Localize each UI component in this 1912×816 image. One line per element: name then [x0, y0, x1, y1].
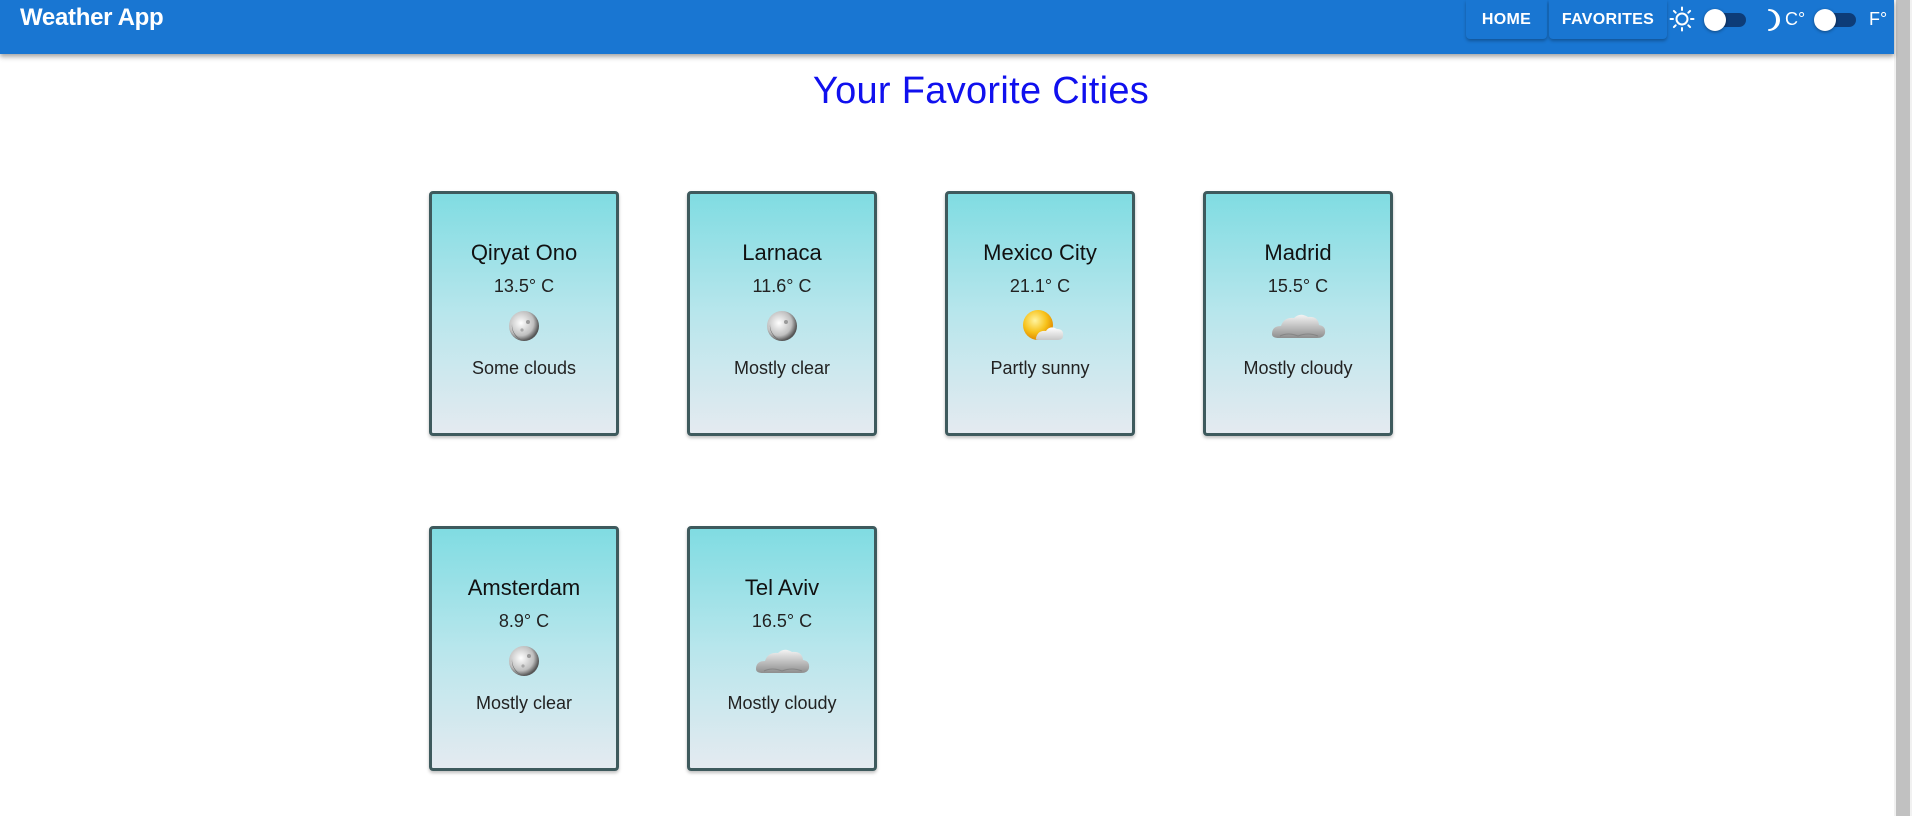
cloud-icon [1272, 314, 1326, 338]
city-name: Amsterdam [467, 575, 581, 600]
city-temperature: 13.5° C [493, 276, 555, 296]
weather-description: Mostly clear [475, 693, 573, 713]
city-card[interactable]: Qiryat Ono 13.5° C Some clouds [429, 191, 619, 436]
page-title: Your Favorite Cities [812, 70, 1150, 112]
weather-description: Mostly clear [733, 358, 831, 378]
unit-toggle-thumb [1814, 9, 1836, 31]
scrollbar-thumb[interactable] [1896, 0, 1910, 816]
weather-description: Mostly cloudy [1243, 358, 1353, 378]
city-temperature: 21.1° C [1009, 276, 1071, 296]
city-temperature: 8.9° C [498, 611, 550, 631]
theme-toggle-thumb [1704, 9, 1726, 31]
weather-description: Mostly cloudy [727, 693, 837, 713]
moon-icon [1768, 9, 1780, 31]
page: Weather App HOME FAVORITES C° F° Your Fa… [0, 0, 1912, 816]
favorites-nav-button[interactable]: FAVORITES [1549, 0, 1667, 39]
city-name: Mexico City [983, 240, 1097, 265]
celsius-label: C° [1785, 9, 1806, 29]
weather-description: Some clouds [471, 358, 577, 378]
sun-cloud-icon [1023, 310, 1064, 340]
app-title: Weather App [20, 4, 164, 31]
app-bar: Weather App HOME FAVORITES C° F° [0, 0, 1894, 54]
cloud-icon [756, 649, 810, 673]
city-card[interactable]: Tel Aviv 16.5° C Mostly cloudy [687, 526, 877, 771]
city-card[interactable]: Amsterdam 8.9° C Mostly clear [429, 526, 619, 771]
fahrenheit-label: F° [1869, 9, 1888, 29]
moon-icon [509, 646, 539, 676]
vertical-scrollbar[interactable] [1894, 0, 1912, 816]
city-name: Qiryat Ono [470, 240, 578, 265]
city-temperature: 15.5° C [1267, 276, 1329, 296]
city-card[interactable]: Mexico City 21.1° C Partly sunny [945, 191, 1135, 436]
city-name: Madrid [1264, 240, 1332, 265]
city-temperature: 16.5° C [751, 611, 813, 631]
city-name: Tel Aviv [744, 575, 820, 600]
city-card[interactable]: Larnaca 11.6° C Mostly clear [687, 191, 877, 436]
city-card[interactable]: Madrid 15.5° C Mostly cloudy [1203, 191, 1393, 436]
home-nav-button[interactable]: HOME [1466, 0, 1547, 39]
sun-icon [1669, 6, 1695, 32]
moon-cloud-icon [767, 311, 797, 341]
city-temperature: 11.6° C [752, 276, 812, 296]
unit-toggle-switch[interactable] [1812, 8, 1860, 31]
city-name: Larnaca [742, 240, 822, 265]
theme-toggle-switch[interactable] [1702, 8, 1750, 31]
weather-description: Partly sunny [990, 358, 1090, 378]
moon-cloud-icon [509, 311, 539, 341]
